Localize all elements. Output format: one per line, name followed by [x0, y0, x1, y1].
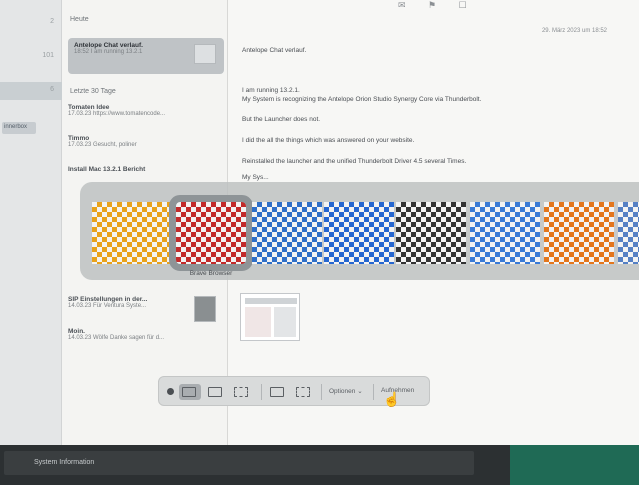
screen-icon: [182, 387, 196, 397]
window-thumbnail[interactable]: [470, 202, 540, 264]
divider: [373, 384, 374, 400]
divider: [321, 384, 322, 400]
window-thumbnail-shelf: Brave Browser: [80, 182, 639, 280]
message-body-line: My System is recognizing the Antelope Or…: [242, 96, 482, 103]
green-window[interactable]: [510, 445, 639, 485]
list-item[interactable]: Timmo 17.03.23 Gesucht, poliner: [68, 135, 224, 148]
list-item[interactable]: SIP Einstellungen in der... 14.03.23 Für…: [68, 296, 224, 322]
window-thumbnail[interactable]: [544, 202, 614, 264]
message-body-line: My Sys...: [242, 174, 269, 181]
window-icon: [208, 387, 222, 397]
message-body-line: I did the all the things which was answe…: [242, 137, 415, 144]
message-body-line: I am running 13.2.1.: [242, 87, 300, 94]
record-screen-icon: [270, 387, 284, 397]
message-item-selected[interactable]: Antelope Chat verlauf. 18:52 I am runnin…: [68, 38, 224, 74]
record-selection-button[interactable]: [293, 384, 315, 400]
selected-window-caption: Brave Browser: [189, 270, 233, 277]
section-header-last30: Letzte 30 Tage: [70, 88, 116, 95]
window-thumbnail[interactable]: [324, 202, 394, 264]
selection-icon: [234, 387, 248, 397]
mailbox-row[interactable]: 2: [0, 14, 62, 32]
window-thumbnail[interactable]: [396, 202, 466, 264]
list-item[interactable]: Tomaten Idee 17.03.23 https://www.tomate…: [68, 104, 224, 117]
list-item[interactable]: Install Mac 13.2.1 Bericht: [68, 166, 224, 173]
capture-window-button[interactable]: [205, 384, 227, 400]
window-thumbnail-selected[interactable]: [169, 195, 253, 271]
section-header-today: Heute: [70, 16, 89, 23]
window-thumbnail[interactable]: [92, 202, 172, 264]
inline-attachment[interactable]: [240, 293, 300, 341]
mailbox-row-selected[interactable]: 6: [0, 82, 62, 100]
options-menu[interactable]: Optionen ⌄: [329, 387, 363, 395]
mail-window: 2 101 6 innerbox Heute Antelope Chat ver…: [0, 0, 639, 485]
close-icon[interactable]: [167, 388, 174, 395]
message-body-line: Reinstalled the launcher and the unified…: [242, 158, 467, 165]
dock-bar: System Information: [0, 445, 639, 485]
hand-pointer-icon: ☝: [383, 391, 401, 407]
record-selection-icon: [296, 387, 310, 397]
message-body-line: But the Launcher does not.: [242, 116, 321, 123]
message-subject-line: Antelope Chat verlauf.: [242, 47, 307, 54]
mailbox-row[interactable]: 101: [0, 48, 62, 66]
record-screen-button[interactable]: [267, 384, 289, 400]
mailbox-sidebar: 2 101 6 innerbox: [0, 0, 62, 445]
message-date: 29. März 2023 um 18:52: [541, 28, 607, 34]
divider: [261, 384, 262, 400]
window-thumbnail[interactable]: [618, 202, 639, 264]
attachment-thumbnail: [194, 296, 216, 322]
list-item[interactable]: Moin. 14.03.23 Wölfe Danke sagen für d..…: [68, 328, 224, 341]
attachment-thumbnail: [194, 44, 216, 64]
toolbar-icons[interactable]: ✉ ⚑ ☐: [398, 0, 477, 11]
system-information-window[interactable]: System Information: [4, 451, 474, 475]
mailbox-tag[interactable]: innerbox: [2, 122, 36, 134]
capture-selection-button[interactable]: [231, 384, 253, 400]
capture-screen-button[interactable]: [179, 384, 201, 400]
window-thumbnail[interactable]: [252, 202, 322, 264]
